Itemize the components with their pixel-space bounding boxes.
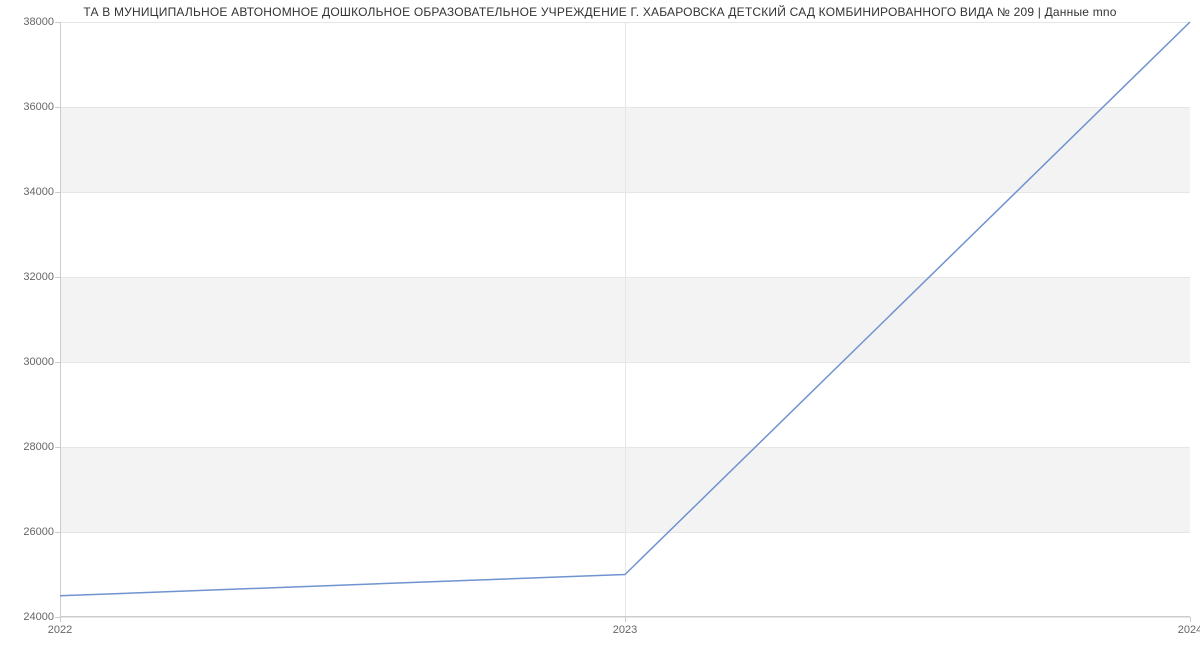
y-tick-mark: [55, 362, 60, 363]
x-tick-label: 2023: [613, 624, 637, 636]
y-tick-mark: [55, 277, 60, 278]
y-tick-label: 32000: [4, 271, 54, 283]
y-tick-label: 34000: [4, 186, 54, 198]
x-tick-label: 2024: [1178, 624, 1200, 636]
y-tick-label: 30000: [4, 356, 54, 368]
x-tick-mark: [60, 617, 61, 622]
line-series: [60, 22, 1190, 617]
y-tick-label: 38000: [4, 16, 54, 28]
x-tick-label: 2022: [48, 624, 72, 636]
y-tick-label: 26000: [4, 526, 54, 538]
series-line: [60, 22, 1190, 596]
y-tick-mark: [55, 532, 60, 533]
chart-title: ТА В МУНИЦИПАЛЬНОЕ АВТОНОМНОЕ ДОШКОЛЬНОЕ…: [0, 5, 1200, 19]
plot-inner: [60, 22, 1190, 617]
y-tick-mark: [55, 447, 60, 448]
y-tick-label: 24000: [4, 611, 54, 623]
y-tick-mark: [55, 107, 60, 108]
y-tick-mark: [55, 192, 60, 193]
plot-area: [60, 22, 1190, 617]
y-tick-label: 28000: [4, 441, 54, 453]
y-tick-mark: [55, 22, 60, 23]
x-tick-mark: [625, 617, 626, 622]
chart-container: ТА В МУНИЦИПАЛЬНОЕ АВТОНОМНОЕ ДОШКОЛЬНОЕ…: [0, 0, 1200, 650]
y-tick-label: 36000: [4, 101, 54, 113]
x-tick-mark: [1190, 617, 1191, 622]
